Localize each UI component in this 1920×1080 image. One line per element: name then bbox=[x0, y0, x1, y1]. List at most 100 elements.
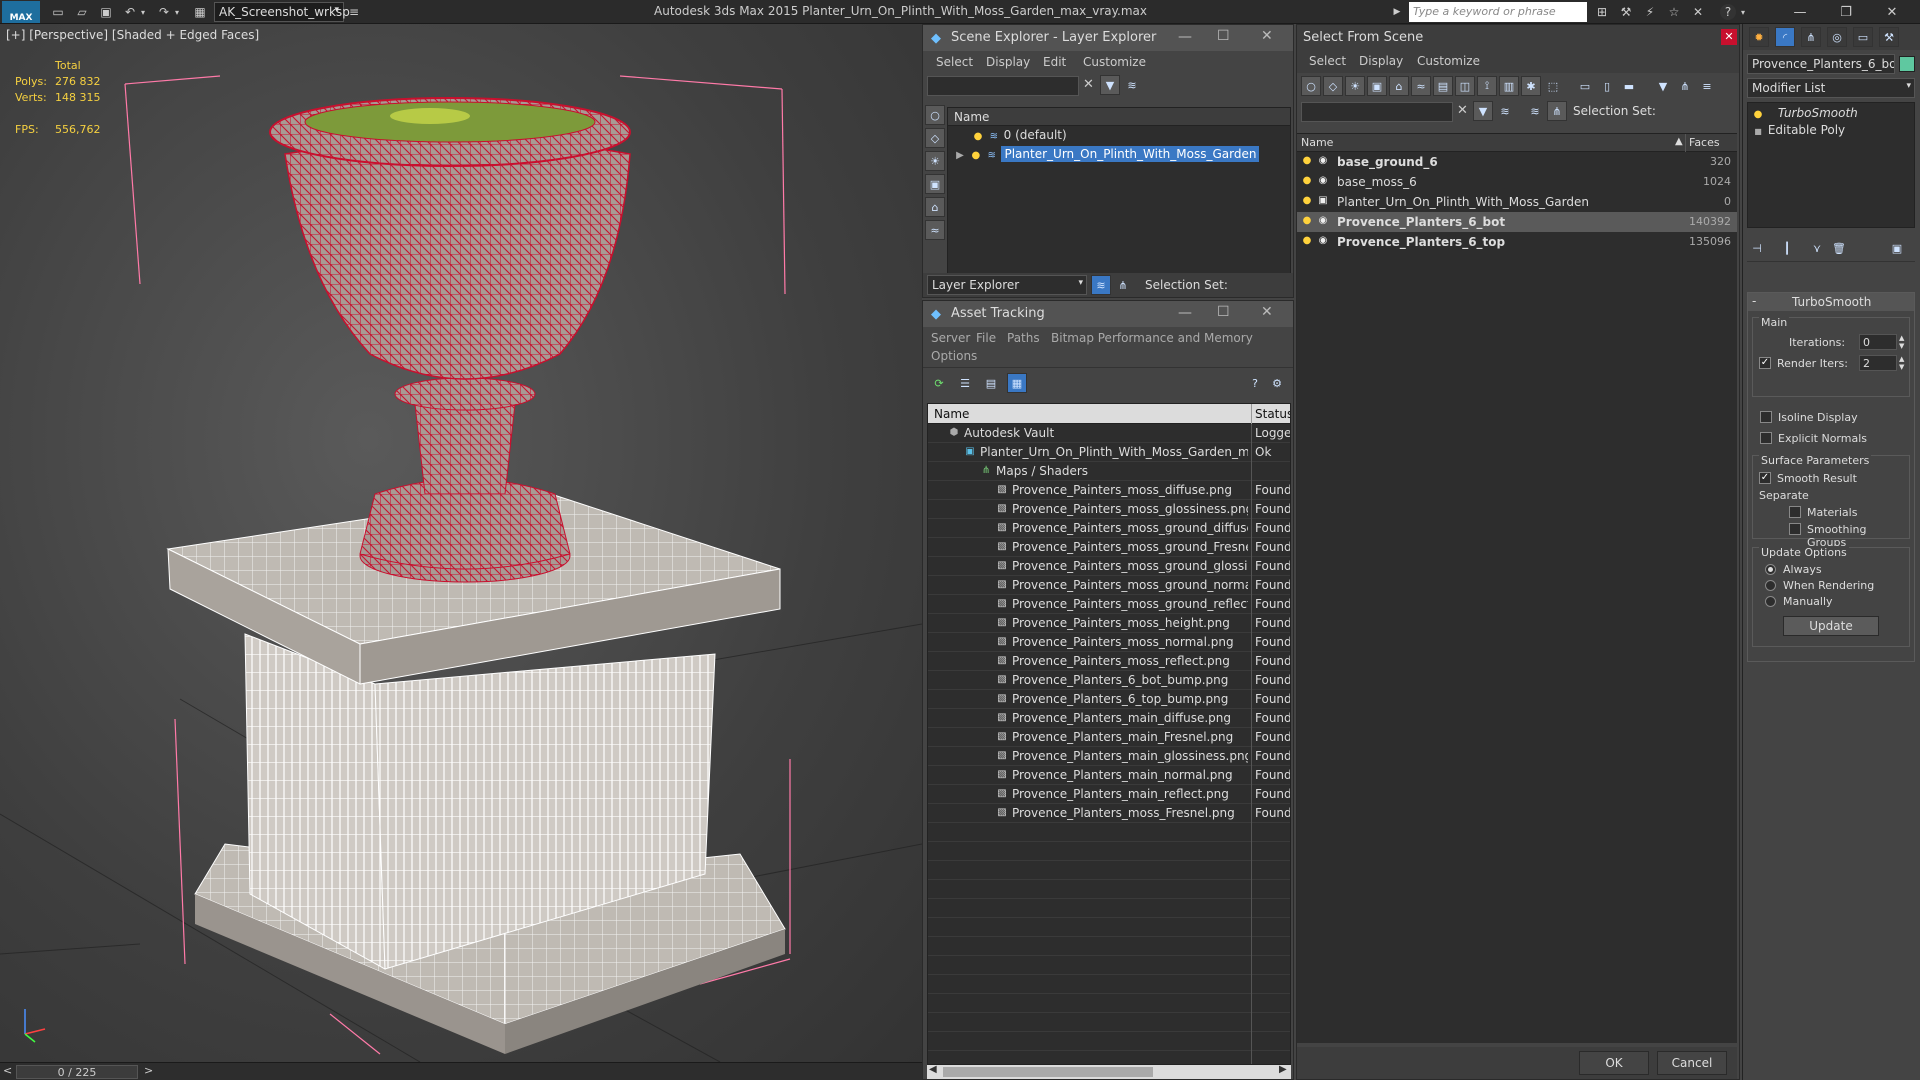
layers-icon[interactable]: ≋ bbox=[1495, 101, 1515, 121]
remove-modifier-icon[interactable]: 🗑 bbox=[1829, 238, 1849, 258]
select-none-icon[interactable]: ▯ bbox=[1597, 76, 1617, 96]
asset-row[interactable]: ▧ Provence_Planters_main_diffuse.png Found bbox=[928, 709, 1290, 728]
motion-tab-icon[interactable]: ◎ bbox=[1827, 27, 1847, 47]
filter-spacewarps-icon[interactable]: ≈ bbox=[1411, 76, 1431, 96]
subscription-icon[interactable]: ⚡ bbox=[1642, 4, 1658, 20]
update-manually-radio[interactable] bbox=[1765, 596, 1776, 607]
create-tab-icon[interactable]: ✹ bbox=[1749, 27, 1769, 47]
filter-bones-icon[interactable]: ⟟ bbox=[1477, 76, 1497, 96]
asset-row[interactable]: ▧ Provence_Painters_moss_diffuse.png Found bbox=[928, 481, 1290, 500]
filter-icon[interactable]: ▼ bbox=[1100, 75, 1120, 95]
scene-explorer-titlebar[interactable]: ◆ Scene Explorer - Layer Explorer — ☐ ✕ bbox=[923, 25, 1293, 51]
help-icon[interactable]: ? bbox=[1245, 373, 1265, 393]
scroll-right-icon[interactable]: ▶ bbox=[1279, 1064, 1287, 1075]
project-folder-icon[interactable]: ▦ bbox=[192, 4, 208, 20]
asset-row[interactable]: ▧ Provence_Painters_moss_ground_diffuse..… bbox=[928, 519, 1290, 538]
scroll-left-icon[interactable]: ◀ bbox=[929, 1064, 937, 1075]
layer-row-selected[interactable]: ▶ ● ≋ Planter_Urn_On_Plinth_With_Moss_Ga… bbox=[948, 145, 1290, 164]
menu-select[interactable]: Select bbox=[1309, 54, 1346, 68]
asset-row[interactable]: ▧ Provence_Painters_moss_glossiness.png Fo… bbox=[928, 500, 1290, 519]
save-file-icon[interactable]: ▣ bbox=[98, 4, 114, 20]
menu-options[interactable]: Options bbox=[931, 349, 977, 363]
menu-bitmap-performance[interactable]: Bitmap Performance and Memory bbox=[1051, 331, 1253, 345]
update-when-rendering-radio[interactable] bbox=[1765, 580, 1776, 591]
asset-row[interactable]: ▧ Provence_Planters_main_normal.png Found bbox=[928, 766, 1290, 785]
communication-center-icon[interactable]: ⚒ bbox=[1618, 4, 1634, 20]
iterations-spin-arrows-icon[interactable]: ▲ ▼ bbox=[1899, 334, 1904, 350]
prev-frame-button[interactable]: < bbox=[3, 1064, 12, 1077]
object-row[interactable]: ● ◉ Provence_Planters_6_bot 140392 bbox=[1297, 212, 1737, 232]
open-file-icon[interactable]: ▱ bbox=[74, 4, 90, 20]
modify-tab-icon[interactable]: ◜ bbox=[1775, 27, 1795, 47]
select-invert-icon[interactable]: ▬ bbox=[1619, 76, 1639, 96]
bulb-icon[interactable]: ● bbox=[1752, 109, 1764, 121]
close-icon[interactable]: ✕ bbox=[1721, 29, 1737, 45]
refresh-icon[interactable]: ⟳ bbox=[929, 373, 949, 393]
clear-search-icon[interactable]: ✕ bbox=[1083, 77, 1094, 92]
menu-file[interactable]: File bbox=[976, 331, 996, 345]
asset-tracking-titlebar[interactable]: ◆ Asset Tracking — ☐ ✕ bbox=[923, 301, 1293, 327]
materials-checkbox[interactable] bbox=[1789, 506, 1801, 518]
settings-icon[interactable]: ⚙ bbox=[1267, 373, 1287, 393]
display-geometry-icon[interactable]: ○ bbox=[925, 105, 945, 125]
filter-icon[interactable]: ▼ bbox=[1473, 101, 1493, 121]
object-name-input[interactable]: Provence_Planters_6_bot bbox=[1747, 54, 1895, 74]
object-row[interactable]: ● ◉ base_ground_6 320 bbox=[1297, 152, 1737, 172]
stack-item-turbosmooth[interactable]: ● TurboSmooth bbox=[1748, 103, 1914, 122]
hierarchy-mode-icon[interactable]: ⋔ bbox=[1113, 275, 1133, 295]
asset-row[interactable]: ⋔ Maps / Shaders bbox=[928, 462, 1290, 481]
layer-list-header[interactable]: Name bbox=[948, 108, 1290, 126]
undo-dropdown-icon[interactable]: ▾ bbox=[138, 4, 148, 20]
utilities-tab-icon[interactable]: ⚒ bbox=[1879, 27, 1899, 47]
filter-frozen-icon[interactable]: ✱ bbox=[1521, 76, 1541, 96]
minimize-icon[interactable]: — bbox=[1178, 29, 1192, 45]
bulb-icon[interactable]: ● bbox=[1301, 175, 1313, 187]
maximize-icon[interactable]: ☐ bbox=[1217, 304, 1230, 320]
asset-row[interactable]: ▣ Planter_Urn_On_Plinth_With_Moss_Garden_… bbox=[928, 443, 1290, 462]
close-icon[interactable]: ✕ bbox=[1261, 28, 1273, 44]
display-shapes-icon[interactable]: ◇ bbox=[925, 128, 945, 148]
ok-button[interactable]: OK bbox=[1579, 1051, 1649, 1075]
display-spacewarps-icon[interactable]: ≈ bbox=[925, 220, 945, 240]
smooth-result-checkbox[interactable]: ✓ bbox=[1759, 472, 1771, 484]
smoothing-groups-checkbox[interactable] bbox=[1789, 523, 1801, 535]
collapse-icon[interactable]: - bbox=[1752, 294, 1756, 308]
sort-up-icon[interactable]: ▲ bbox=[1675, 136, 1683, 147]
filter-hidden-icon[interactable]: ⬚ bbox=[1543, 76, 1563, 96]
scrollbar-thumb[interactable] bbox=[943, 1067, 1153, 1077]
update-button[interactable]: Update bbox=[1783, 616, 1879, 636]
pin-stack-icon[interactable]: ⊣ bbox=[1747, 238, 1767, 258]
filter-lights-icon[interactable]: ☀ bbox=[1345, 76, 1365, 96]
redo-dropdown-icon[interactable]: ▾ bbox=[172, 4, 182, 20]
show-end-result-icon[interactable]: ┃ bbox=[1777, 238, 1797, 258]
menu-paths[interactable]: Paths bbox=[1007, 331, 1040, 345]
layer-row[interactable]: ● ≋ 0 (default) bbox=[948, 126, 1290, 145]
layers-mode-icon[interactable]: ≋ bbox=[1091, 275, 1111, 295]
bulb-icon[interactable]: ● bbox=[970, 150, 982, 162]
favorites-star-icon[interactable]: ☆ bbox=[1666, 4, 1682, 20]
perspective-viewport[interactable]: [+] [Perspective] [Shaded + Edged Faces]… bbox=[0, 24, 922, 1062]
asset-row[interactable]: ▧ Provence_Painters_moss_ground_glossine.… bbox=[928, 557, 1290, 576]
asset-row[interactable]: ▧ Provence_Planters_main_Fresnel.png Found bbox=[928, 728, 1290, 747]
cancel-button[interactable]: Cancel bbox=[1657, 1051, 1727, 1075]
column-faces-header[interactable]: Faces bbox=[1689, 136, 1720, 149]
next-frame-button[interactable]: > bbox=[144, 1064, 153, 1077]
exchange-icon[interactable]: ✕ bbox=[1690, 4, 1706, 20]
workspace-dropdown[interactable]: AK_Screenshot_wrksp ▾ bbox=[214, 2, 350, 22]
undo-icon[interactable]: ↶ bbox=[122, 4, 138, 20]
column-status-header[interactable]: Status bbox=[1255, 407, 1290, 421]
update-always-radio[interactable] bbox=[1765, 564, 1776, 575]
list-view-icon[interactable]: ☰ bbox=[955, 373, 975, 393]
modifier-list-dropdown[interactable]: Modifier List ▾ bbox=[1747, 78, 1915, 98]
help-dropdown-icon[interactable]: ▾ bbox=[1738, 4, 1748, 20]
isoline-display-checkbox[interactable] bbox=[1760, 411, 1772, 423]
stack-item-editable-poly[interactable]: ■ Editable Poly bbox=[1748, 122, 1914, 141]
select-all-icon[interactable]: ▭ bbox=[1575, 76, 1595, 96]
configure-sets-icon[interactable]: ▣ bbox=[1887, 238, 1907, 258]
table-view-icon[interactable]: ▦ bbox=[1007, 373, 1027, 393]
object-row[interactable]: ● ◉ Provence_Planters_6_top 135096 bbox=[1297, 232, 1737, 252]
help-icon[interactable]: ? bbox=[1720, 4, 1736, 20]
expand-arrow-icon[interactable]: ▶ bbox=[954, 150, 966, 162]
object-row[interactable]: ● ◉ base_moss_6 1024 bbox=[1297, 172, 1737, 192]
display-layers-icon[interactable]: ≋ bbox=[1525, 101, 1545, 121]
